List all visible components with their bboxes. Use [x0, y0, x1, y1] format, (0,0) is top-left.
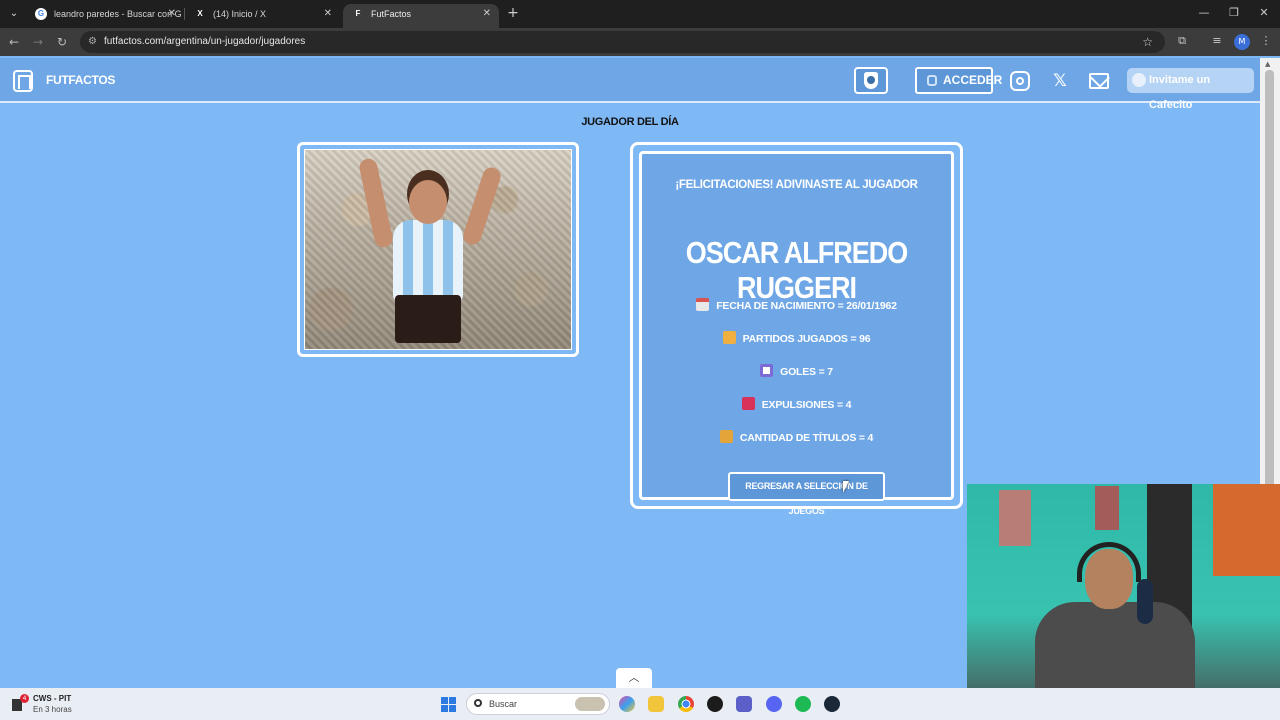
tab-futfactos[interactable]: F FutFactos ✕	[343, 4, 499, 28]
new-tab-plus-icon[interactable]: +	[505, 5, 521, 21]
lock-icon	[927, 75, 937, 86]
obs-icon[interactable]	[707, 696, 723, 712]
widget-title: CWS - PIT	[33, 694, 72, 703]
team-shield-button[interactable]	[854, 67, 888, 94]
widgets-weather[interactable]: 4 CWS - PIT En 3 horas	[12, 692, 92, 716]
profile-avatar[interactable]: M	[1234, 34, 1250, 50]
stat-text: EXPULSIONES = 4	[761, 399, 852, 411]
close-window-icon[interactable]: ✕	[1254, 6, 1274, 19]
bookmark-star-icon[interactable]: ☆	[1142, 31, 1153, 53]
coffee-cup-icon	[1132, 73, 1146, 87]
stat-titles: CANTIDAD DE TÍTULOS = 4	[642, 430, 951, 444]
x-social-icon[interactable]: 𝕏	[1050, 71, 1070, 91]
webcam-overlay	[967, 484, 1280, 720]
url-text: futfactos.com/argentina/un-jugador/jugad…	[104, 36, 306, 47]
webcam-microphone	[1137, 579, 1153, 624]
boot-icon	[722, 331, 736, 344]
widget-subtitle: En 3 horas	[33, 705, 72, 714]
chrome-icon[interactable]	[678, 696, 694, 712]
tab-title: leandro paredes - Buscar con G	[54, 9, 182, 19]
tab-x[interactable]: X (14) Inicio / X ✕	[185, 4, 340, 28]
player-photo-frame	[297, 142, 579, 357]
steam-icon[interactable]	[824, 696, 840, 712]
browser-toolbar: ← → ↻ ⚙ futfactos.com/argentina/un-jugad…	[0, 28, 1280, 56]
site-header: FUTFACTOS ACCEDER 𝕏 Invitame un Cafecito	[0, 58, 1260, 111]
close-tab-icon[interactable]: ✕	[483, 4, 491, 24]
player-info-inner: ¡FELICITACIONES! ADIVINASTE AL JUGADOR O…	[639, 151, 954, 516]
tab-title: FutFactos	[371, 9, 412, 19]
player-photo	[304, 149, 572, 350]
extensions-icon[interactable]: ⧉	[1174, 34, 1190, 48]
player-info-card: ¡FELICITACIONES! ADIVINASTE AL JUGADOR O…	[630, 142, 963, 516]
futfactos-logo-icon[interactable]	[13, 70, 33, 92]
photo-jersey	[393, 220, 463, 300]
stat-text: CANTIDAD DE TÍTULOS = 4	[739, 432, 874, 444]
webcam-poster	[1213, 484, 1280, 576]
site-info-icon[interactable]: ⚙	[88, 31, 97, 53]
congrats-message: ¡FELICITACIONES! ADIVINASTE AL JUGADOR	[675, 179, 918, 191]
stat-goals: GOLES = 7	[642, 364, 951, 378]
scroll-up-arrow-icon[interactable]: ▲	[1265, 60, 1270, 68]
tab-search-chevron-icon[interactable]: ⌄	[6, 6, 22, 22]
webcam-poster	[999, 490, 1031, 546]
windows-taskbar: 4 CWS - PIT En 3 horas Buscar	[0, 688, 1280, 720]
photo-shorts	[395, 295, 461, 343]
tab-title: (14) Inicio / X	[213, 9, 267, 19]
teams-icon[interactable]	[736, 696, 752, 712]
stat-matches: PARTIDOS JUGADOS = 96	[642, 331, 951, 345]
close-tab-icon[interactable]: ✕	[324, 4, 332, 24]
login-button[interactable]: ACCEDER	[915, 67, 1002, 94]
stat-text: PARTIDOS JUGADOS = 96	[742, 333, 871, 345]
reload-icon[interactable]: ↻	[54, 34, 70, 50]
trophy-icon	[719, 430, 733, 443]
stat-text: FECHA DE NACIMIENTO = 26/01/1962	[716, 300, 897, 312]
section-title: JUGADOR DEL DÍA	[581, 116, 679, 128]
stat-red-cards: EXPULSIONES = 4	[642, 397, 951, 411]
mail-icon[interactable]	[1089, 73, 1109, 89]
windows-start-icon[interactable]	[441, 697, 456, 712]
scrollbar-thumb[interactable]	[1265, 70, 1274, 540]
taskbar-search[interactable]: Buscar	[466, 693, 610, 715]
cafecito-label: Invitame un Cafecito	[1149, 74, 1211, 111]
address-bar[interactable]: ⚙ futfactos.com/argentina/un-jugador/jug…	[80, 31, 1165, 53]
spotify-icon[interactable]	[795, 696, 811, 712]
close-tab-icon[interactable]: ✕	[168, 4, 176, 24]
red-card-icon	[741, 397, 755, 410]
futfactos-favicon-icon: F	[355, 9, 361, 18]
stat-text: GOLES = 7	[780, 366, 833, 378]
x-logo-icon: X	[197, 9, 203, 18]
calendar-icon	[696, 298, 710, 311]
minimize-icon[interactable]: —	[1194, 6, 1214, 19]
chevron-up-icon[interactable]: ︿	[616, 668, 652, 688]
more-menu-icon[interactable]: ⋮	[1258, 34, 1274, 47]
ball-icon	[760, 364, 774, 377]
browser-tab-bar: ⌄ G leandro paredes - Buscar con G ✕ X (…	[0, 0, 1280, 28]
mouse-cursor-icon	[843, 481, 855, 493]
search-placeholder: Buscar	[489, 699, 518, 709]
stat-birthdate: FECHA DE NACIMIENTO = 26/01/1962	[642, 298, 951, 312]
tab-google[interactable]: G leandro paredes - Buscar con G ✕	[26, 4, 184, 28]
google-icon: G	[35, 8, 47, 20]
photo-head	[409, 180, 447, 224]
instagram-icon[interactable]	[1010, 71, 1030, 91]
back-to-games-button[interactable]: REGRESAR A SELECCIÓN DE JUEGOS	[728, 472, 885, 516]
search-highlight-image	[575, 697, 605, 711]
forward-arrow-icon[interactable]: →	[30, 34, 46, 50]
player-name: OSCAR ALFREDO RUGGERI	[685, 236, 909, 305]
media-controls-icon[interactable]: ≡	[1209, 34, 1225, 47]
login-label: ACCEDER	[943, 73, 1003, 87]
webcam-poster	[1095, 486, 1119, 530]
site-name[interactable]: FUTFACTOS	[46, 73, 115, 87]
copilot-icon[interactable]	[619, 696, 635, 712]
file-explorer-icon[interactable]	[648, 696, 664, 712]
shield-icon	[864, 72, 878, 89]
cafecito-button[interactable]: Invitame un Cafecito	[1127, 68, 1254, 111]
search-icon	[474, 699, 482, 707]
discord-icon[interactable]	[766, 696, 782, 712]
notification-badge: 4	[20, 694, 29, 703]
restore-icon[interactable]: ❐	[1224, 6, 1244, 19]
webcam-headset	[1077, 542, 1141, 582]
back-arrow-icon[interactable]: ←	[6, 34, 22, 50]
